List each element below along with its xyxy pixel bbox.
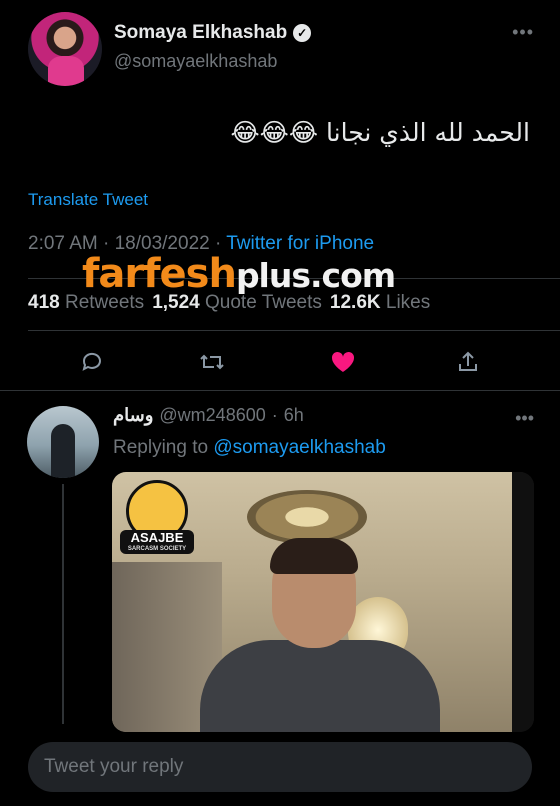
author-name-row: Somaya Elkhashab ✓ (114, 22, 312, 44)
reply-icon[interactable] (78, 348, 106, 376)
retweets-count: 418 (28, 292, 60, 313)
reply-author-avatar[interactable] (27, 406, 99, 478)
meta-separator: · (271, 405, 278, 425)
reply-time: 6h (283, 405, 304, 425)
replying-to: Replying to @somayaelkhashab (113, 437, 386, 459)
retweet-icon[interactable] (198, 348, 226, 376)
logo-subtitle: SARCASM SOCIETY (127, 546, 187, 552)
reply-header: وسام @wm248600 · 6h (113, 405, 304, 426)
replying-to-prefix: Replying to (113, 437, 209, 458)
watermark-logo: farfeshplus.com (82, 251, 396, 297)
more-options-icon[interactable]: ••• (515, 408, 534, 429)
logo-title: ASAJBE (130, 530, 184, 545)
author-avatar[interactable] (28, 12, 102, 86)
reply-tweet[interactable]: وسام @wm248600 · 6h ••• Replying to @som… (0, 392, 560, 732)
verified-badge-icon: ✓ (293, 24, 312, 42)
video-ceiling-lamp (247, 490, 367, 544)
like-icon[interactable] (329, 348, 357, 376)
logo-band: ASAJBE SARCASM SOCIETY (120, 530, 194, 554)
tweet-header: Somaya Elkhashab ✓ @somayaelkhashab ••• (0, 0, 560, 100)
video-player[interactable]: ASAJBE SARCASM SOCIETY (112, 472, 534, 732)
reply-composer-input[interactable] (28, 742, 532, 792)
watermark-part1: farfesh (82, 251, 237, 297)
channel-logo: ASAJBE SARCASM SOCIETY (120, 480, 194, 564)
author-handle[interactable]: @somayaelkhashab (114, 51, 277, 72)
tweet-text: الحمد لله الذي نجانا 😂😂😂 (230, 118, 530, 147)
share-icon[interactable] (454, 348, 482, 376)
divider (28, 330, 560, 331)
video-edge (512, 472, 534, 732)
translate-tweet-link[interactable]: Translate Tweet (28, 190, 148, 210)
more-options-icon[interactable]: ••• (512, 22, 534, 43)
avatar-figure (51, 424, 75, 478)
tweet-actions (0, 340, 560, 384)
replying-to-mention[interactable]: @somayaelkhashab (213, 437, 385, 458)
reply-author-name[interactable]: وسام (113, 405, 153, 426)
watermark-part2: plus.com (235, 256, 396, 295)
video-person-body (200, 640, 440, 732)
avatar-figure (48, 56, 84, 86)
video-person-hair (270, 538, 358, 574)
divider (0, 390, 560, 391)
thread-line (62, 484, 64, 724)
author-name[interactable]: Somaya Elkhashab (114, 22, 287, 44)
reply-author-handle[interactable]: @wm248600 (159, 405, 265, 426)
